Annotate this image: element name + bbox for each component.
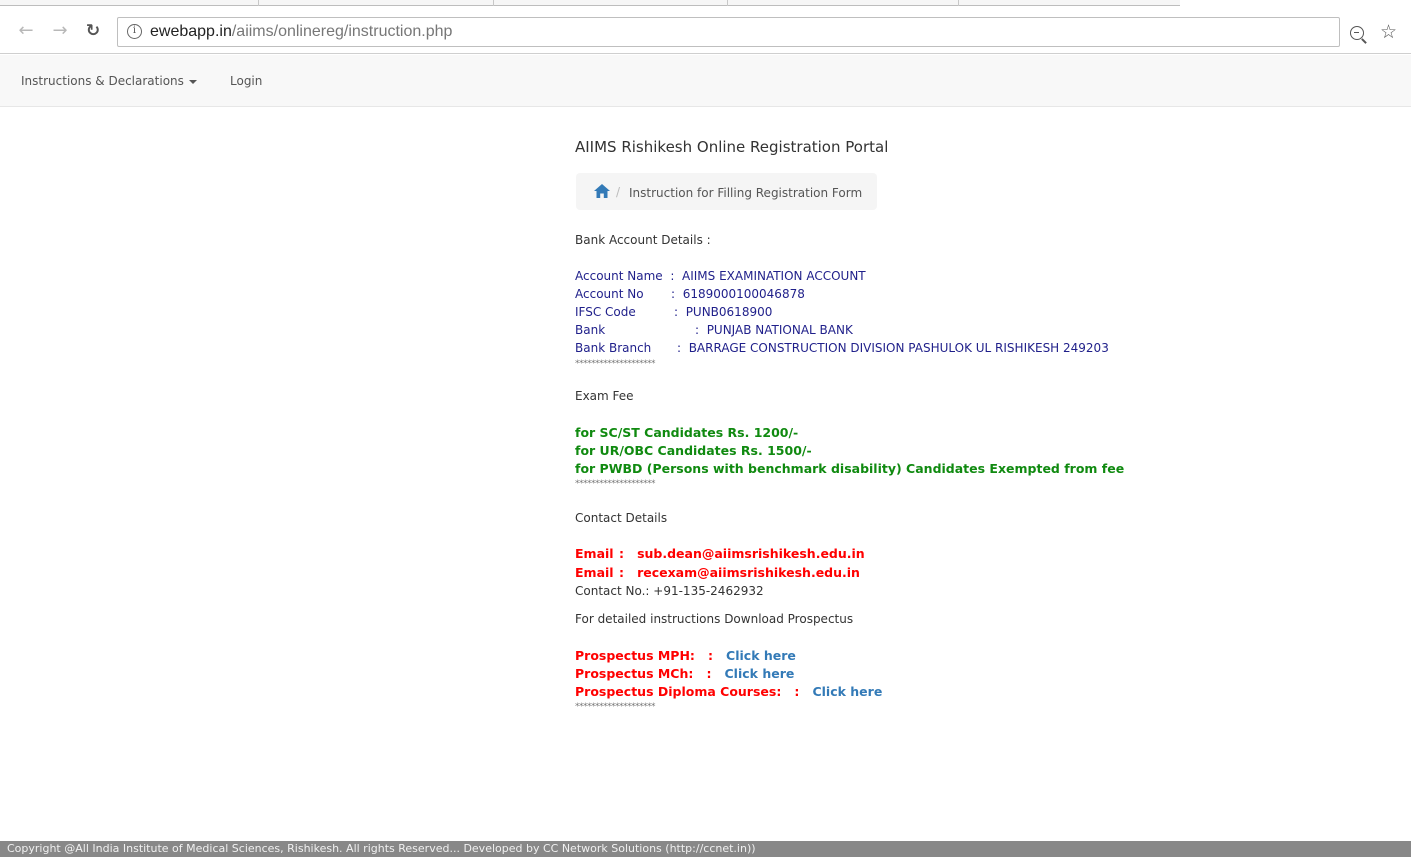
site-navbar: Instructions & Declarations Login xyxy=(0,55,1411,107)
email-sep: : xyxy=(619,546,624,561)
nav-instructions-dropdown[interactable]: Instructions & Declarations xyxy=(21,74,197,88)
bank-sep: : xyxy=(677,341,682,355)
prospectus-label: Prospectus Diploma Courses: xyxy=(575,684,782,699)
bank-label: Bank Branch xyxy=(575,341,652,355)
bank-heading: Bank Account Details : xyxy=(575,233,711,247)
fee-line: for SC/ST Candidates Rs. 1200/- xyxy=(575,425,799,440)
bank-sep: : xyxy=(671,287,676,301)
prospectus-diploma-link[interactable]: Click here xyxy=(812,684,882,699)
back-arrow-icon[interactable]: ← xyxy=(16,21,36,41)
bank-sep: : xyxy=(670,269,675,283)
home-icon[interactable] xyxy=(594,184,610,198)
caret-down-icon xyxy=(188,79,197,84)
footer-copyright: Copyright @All India Institute of Medica… xyxy=(0,841,1411,857)
email-value: sub.dean@aiimsrishikesh.edu.in xyxy=(637,546,865,561)
prospectus-row-mch: Prospectus MCh: : Click here xyxy=(575,666,794,682)
address-bar[interactable]: i ewebapp.in/aiims/onlinereg/instruction… xyxy=(117,17,1340,47)
stars-divider: ******************** xyxy=(575,702,656,712)
bank-value: BARRAGE CONSTRUCTION DIVISION PASHULOK U… xyxy=(688,341,1109,355)
bank-row-account-no: Account No: 6189000100046878 xyxy=(575,286,805,302)
info-icon[interactable]: i xyxy=(127,24,142,39)
fee-heading: Exam Fee xyxy=(575,389,634,403)
nav-instructions-label: Instructions & Declarations xyxy=(21,74,184,88)
email-row: Email: sub.dean@aiimsrishikesh.edu.in xyxy=(575,546,865,562)
stars-divider: ******************** xyxy=(575,479,656,489)
bank-sep: : xyxy=(695,323,700,337)
contact-phone: Contact No.: +91-135-2462932 xyxy=(575,584,764,598)
tab-strip-bar xyxy=(0,0,1180,6)
bank-value: AIIMS EXAMINATION ACCOUNT xyxy=(682,269,866,283)
bank-label: Account Name xyxy=(575,269,663,283)
url-host: ewebapp.in xyxy=(150,23,232,40)
prospectus-label: Prospectus MCh: xyxy=(575,666,694,681)
email-value: recexam@aiimsrishikesh.edu.in xyxy=(637,565,860,580)
prospectus-sep: : xyxy=(794,684,800,699)
email-label: Email xyxy=(575,565,614,580)
prospectus-mph-link[interactable]: Click here xyxy=(726,648,796,663)
browser-tab-strip xyxy=(0,0,1411,8)
breadcrumb-separator: / xyxy=(616,185,621,199)
prospectus-mch-link[interactable]: Click here xyxy=(725,666,795,681)
bank-value: 6189000100046878 xyxy=(682,287,805,301)
tab-separator xyxy=(258,0,259,6)
bank-row-ifsc: IFSC Code: PUNB0618900 xyxy=(575,304,772,320)
breadcrumb-current: Instruction for Filling Registration For… xyxy=(629,186,863,200)
tab-separator xyxy=(493,0,494,6)
url-text[interactable]: ewebapp.in/aiims/onlinereg/instruction.p… xyxy=(150,23,452,41)
zoom-icon[interactable] xyxy=(1350,26,1364,40)
breadcrumb: / Instruction for Filling Registration F… xyxy=(576,173,877,210)
prospectus-label: Prospectus MPH: xyxy=(575,648,695,663)
email-label: Email xyxy=(575,546,614,561)
tab-separator xyxy=(727,0,728,6)
bank-row-account-name: Account Name : AIIMS EXAMINATION ACCOUNT xyxy=(575,268,866,284)
contact-heading: Contact Details xyxy=(575,511,668,525)
download-prospectus-text: For detailed instructions Download Prosp… xyxy=(575,612,854,626)
prospectus-sep: : xyxy=(707,648,713,663)
prospectus-sep: : xyxy=(706,666,712,681)
bookmark-star-icon[interactable]: ☆ xyxy=(1380,22,1397,42)
page-title: AIIMS Rishikesh Online Registration Port… xyxy=(575,138,889,156)
prospectus-row-diploma: Prospectus Diploma Courses: : Click here xyxy=(575,684,882,700)
bank-value: PUNB0618900 xyxy=(685,305,773,319)
bank-label: IFSC Code xyxy=(575,305,636,319)
prospectus-row-mph: Prospectus MPH: : Click here xyxy=(575,648,796,664)
forward-arrow-icon[interactable]: → xyxy=(50,21,70,41)
email-row: Email: recexam@aiimsrishikesh.edu.in xyxy=(575,565,860,581)
stars-divider: ******************** xyxy=(575,359,656,369)
fee-line: for UR/OBC Candidates Rs. 1500/- xyxy=(575,443,812,458)
bank-sep: : xyxy=(674,305,679,319)
bank-value: PUNJAB NATIONAL BANK xyxy=(706,323,853,337)
nav-login-link[interactable]: Login xyxy=(230,74,262,88)
bank-row-branch: Bank Branch: BARRAGE CONSTRUCTION DIVISI… xyxy=(575,340,1109,356)
tab-separator xyxy=(958,0,959,6)
bank-row-bank: Bank: PUNJAB NATIONAL BANK xyxy=(575,322,853,338)
url-path: /aiims/onlinereg/instruction.php xyxy=(231,23,453,40)
fee-line: for PWBD (Persons with benchmark disabil… xyxy=(575,461,1125,476)
bank-label: Bank xyxy=(575,323,606,337)
reload-icon[interactable]: ↻ xyxy=(83,21,103,41)
browser-toolbar: ← → ↻ i ewebapp.in/aiims/onlinereg/instr… xyxy=(0,8,1411,54)
bank-label: Account No xyxy=(575,287,644,301)
email-sep: : xyxy=(619,565,624,580)
